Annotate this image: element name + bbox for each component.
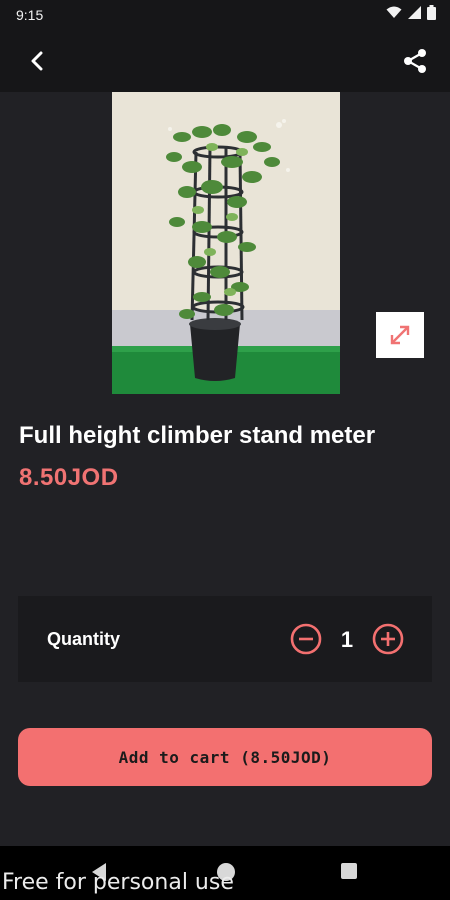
battery-icon	[427, 5, 436, 25]
product-price: 8.50JOD	[19, 464, 119, 491]
status-time: 9:15	[16, 7, 44, 23]
app-bar	[0, 30, 450, 92]
nav-recents-button[interactable]	[340, 862, 358, 885]
plus-circle-icon	[372, 623, 404, 655]
product-image[interactable]	[112, 92, 340, 394]
share-button[interactable]	[398, 44, 432, 78]
increase-quantity-button[interactable]	[372, 623, 404, 655]
quantity-label: Quantity	[47, 629, 121, 649]
quantity-value: 1	[340, 627, 354, 652]
expand-image-button[interactable]	[376, 312, 424, 358]
quantity-panel: Quantity 1	[18, 596, 432, 682]
chevron-left-icon	[31, 51, 43, 71]
back-button[interactable]	[20, 44, 54, 78]
watermark-text: Free for personal use	[2, 870, 234, 895]
status-bar: 9:15	[0, 0, 450, 30]
add-to-cart-button[interactable]: Add to cart (8.50JOD)	[18, 728, 432, 786]
minus-circle-icon	[290, 623, 322, 655]
expand-icon	[390, 325, 410, 345]
status-icons	[386, 5, 436, 25]
plant-photo	[112, 92, 340, 394]
share-icon	[404, 49, 426, 73]
square-recents-icon	[341, 863, 357, 879]
signal-icon	[408, 6, 421, 24]
product-title: Full height climber stand meter	[19, 422, 376, 449]
wifi-icon	[386, 6, 402, 24]
decrease-quantity-button[interactable]	[290, 623, 322, 655]
